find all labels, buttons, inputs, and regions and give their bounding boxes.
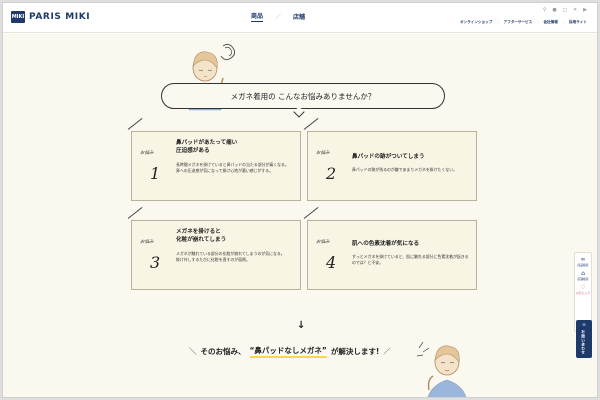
card-corner-line: [303, 207, 319, 219]
card-corner-line: [303, 118, 319, 130]
worry-description: ずっとメガネを掛けていると、肌に触れる部分に色素沈着が起きるのでは？と不安。: [352, 254, 469, 265]
worry-card-3: お悩み 3 メガネを掛けると 化粧が崩れてしまう メガネが触れている部分の化粧が…: [127, 207, 301, 290]
solution-headline: ＼ そのお悩み、 “鼻パッドなしメガネ” が解決します! ／: [189, 345, 391, 358]
link-divider: /: [562, 20, 565, 24]
header-links: オンラインショップ / アフターサービス / 会社情報 / 採用サイト: [460, 20, 587, 25]
mail-icon: ✉: [582, 323, 586, 328]
browser-page: MIKI PARIS MIKI 商品 ／ 店舗 ⚲ ● ◻ ✕ ▶ オンラインシ…: [2, 2, 598, 398]
solution-prefix: そのお悩み、: [200, 347, 246, 356]
heart-icon: ♡: [580, 284, 586, 291]
nav-item-stores[interactable]: 店舗: [293, 12, 305, 21]
search-icon[interactable]: ⚲: [543, 7, 547, 13]
worry-speech-bubble: メガネ着用の こんなお悩みありませんか？: [161, 83, 445, 109]
link-divider: /: [497, 20, 499, 24]
worry-number: 4: [326, 253, 337, 272]
card-corner-line: [127, 207, 143, 219]
nav-divider: ／: [275, 14, 282, 21]
worry-title: メガネを掛けると 化粧が崩れてしまう: [176, 229, 227, 243]
worry-number: 3: [150, 253, 161, 272]
store-icon: ⌂: [581, 270, 585, 277]
link-online-shop[interactable]: オンラインショップ: [460, 20, 492, 25]
youtube-icon[interactable]: ▶: [583, 7, 587, 13]
worry-title: 鼻パッドがあたって痛い 圧迫感がある: [176, 140, 238, 154]
bubble-text: メガネ着用の こんなお悩みありませんか？: [230, 91, 376, 101]
side-item-label: お気に入り: [576, 291, 590, 295]
glasses-icon: ∞: [580, 256, 586, 263]
worry-card-4: お悩み 4 肌への色素沈着が気になる ずっとメガネを掛けていると、肌に触れる部分…: [303, 207, 477, 290]
worry-description: 鼻パッドの跡が残るのが嫌であまりメガネを掛けたくない。: [352, 167, 458, 172]
side-item-label: 店舗検索: [577, 277, 589, 281]
link-after-service[interactable]: アフターサービス: [504, 20, 533, 25]
solution-suffix: が解決します!: [330, 347, 380, 356]
worry-label: お悩み: [140, 151, 154, 156]
main-content: メガネ着用の こんなお悩みありませんか？ お悩み 1 鼻パッドがあたって痛い 圧…: [3, 34, 597, 397]
side-item-store-search[interactable]: ⌂ 店舗検索: [575, 270, 591, 281]
accent-slash: ／: [383, 347, 391, 356]
side-item-favorites[interactable]: ♡ お気に入り: [575, 284, 591, 295]
worry-description: メガネが触れている部分の化粧が崩れてしまうのが気になる。 掛け外しするたびに化粧…: [176, 251, 285, 262]
down-arrow-icon: ↓: [297, 320, 306, 331]
worry-title: 鼻パッドの跡がついてしまう: [352, 154, 425, 160]
worry-label: お悩み: [316, 240, 330, 245]
worry-card-1: お悩み 1 鼻パッドがあたって痛い 圧迫感がある 長時間メガネを掛けていると鼻パ…: [127, 118, 301, 201]
worry-label: お悩み: [140, 240, 154, 245]
happy-woman-illustration: [416, 341, 467, 397]
instagram-icon[interactable]: ◻: [563, 7, 567, 13]
worry-label: お悩み: [316, 151, 330, 156]
utility-icons: ⚲ ● ◻ ✕ ▶: [543, 7, 587, 13]
link-divider: /: [537, 20, 539, 24]
solution-highlight: “鼻パッドなしメガネ”: [249, 345, 327, 358]
facebook-icon[interactable]: ●: [552, 7, 556, 13]
card-corner-line: [127, 118, 143, 130]
x-icon[interactable]: ✕: [573, 7, 577, 13]
nav-item-products[interactable]: 商品: [251, 11, 264, 22]
link-recruit[interactable]: 採用サイト: [569, 20, 587, 25]
accent-slash: ＼: [189, 347, 197, 356]
worry-number: 2: [326, 164, 337, 183]
worry-card-2: お悩み 2 鼻パッドの跡がついてしまう 鼻パッドの跡が残るのが嫌であまりメガネを…: [303, 118, 477, 201]
side-item-label: 商品検索: [577, 263, 589, 267]
main-nav: 商品 ／ 店舗: [251, 11, 305, 22]
logo-text: PARIS MIKI: [29, 12, 91, 22]
worry-description: 長時間メガネを掛けていると鼻パッドの当たる部分が痛くなる。 鼻への圧迫感が気にな…: [176, 162, 289, 173]
worry-title: 肌への色素沈着が気になる: [352, 241, 420, 247]
side-item-product-search[interactable]: ∞ 商品検索: [575, 256, 591, 267]
logo-mark-icon: MIKI: [11, 11, 25, 23]
link-company[interactable]: 会社情報: [543, 20, 557, 25]
worry-number: 1: [150, 164, 161, 183]
contact-button[interactable]: ✉ お問い合わせ: [576, 320, 592, 358]
contact-label: お問い合わせ: [581, 330, 586, 355]
paris-miki-logo[interactable]: MIKI PARIS MIKI: [11, 11, 90, 23]
site-header: MIKI PARIS MIKI 商品 ／ 店舗 ⚲ ● ◻ ✕ ▶ オンラインシ…: [3, 3, 597, 33]
